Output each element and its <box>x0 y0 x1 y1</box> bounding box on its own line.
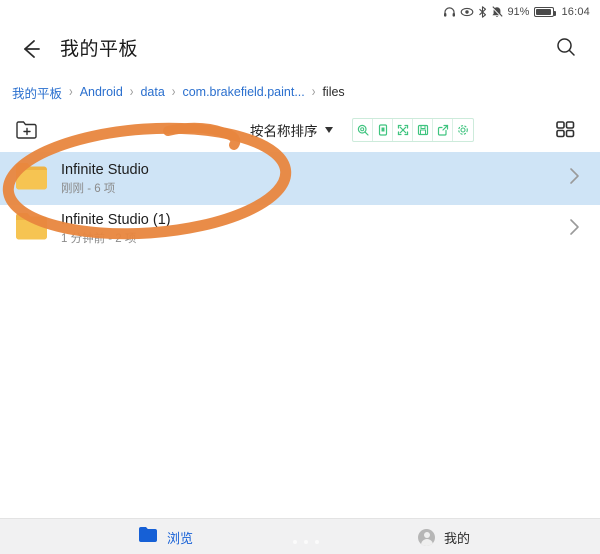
share-icon[interactable] <box>433 119 453 141</box>
nav-mine-label: 我的 <box>444 528 470 547</box>
breadcrumb-separator: › <box>69 84 73 100</box>
bottom-nav: 浏览 我的 <box>0 518 600 554</box>
file-row-infinite-studio-1[interactable]: Infinite Studio (1) 1 分钟前 - 2 项 <box>0 205 600 253</box>
chevron-right-icon[interactable] <box>568 167 580 190</box>
breadcrumb-item-root[interactable]: 我的平板 <box>12 83 62 102</box>
save-icon[interactable] <box>413 119 433 141</box>
home-indicator-dots <box>293 540 319 544</box>
magnifier-icon[interactable] <box>353 119 373 141</box>
browse-folder-icon <box>138 526 158 548</box>
headset-icon <box>443 6 456 18</box>
breadcrumb: 我的平板 › Android › data › com.brakefield.p… <box>12 82 588 102</box>
toolbar: 按名称排序 <box>0 110 600 152</box>
bluetooth-icon <box>478 6 487 18</box>
status-time: 16:04 <box>561 6 590 18</box>
grid-view-icon[interactable] <box>554 118 576 140</box>
breadcrumb-separator: › <box>172 84 176 100</box>
new-folder-icon[interactable] <box>14 118 40 142</box>
header: 我的平板 <box>0 24 600 72</box>
chevron-right-icon[interactable] <box>568 218 580 241</box>
back-button[interactable] <box>18 36 44 62</box>
folder-icon <box>14 161 49 197</box>
file-meta: 刚刚 - 6 项 <box>61 181 568 197</box>
search-icon[interactable] <box>554 35 578 59</box>
file-name: Infinite Studio <box>61 161 568 180</box>
file-row-text: Infinite Studio (1) 1 分钟前 - 2 项 <box>61 211 568 247</box>
sort-label: 按名称排序 <box>250 120 318 140</box>
breadcrumb-separator: › <box>130 84 134 100</box>
file-name: Infinite Studio (1) <box>61 211 568 230</box>
fullscreen-icon[interactable] <box>393 119 413 141</box>
file-row-infinite-studio[interactable]: Infinite Studio 刚刚 - 6 项 <box>0 152 600 205</box>
sort-button[interactable]: 按名称排序 <box>250 120 333 140</box>
file-manager-screen: 91% 16:04 我的平板 我的平板 › Android › data › c… <box>0 0 600 554</box>
nav-browse[interactable]: 浏览 <box>138 519 193 554</box>
page-title: 我的平板 <box>60 34 138 61</box>
file-row-text: Infinite Studio 刚刚 - 6 项 <box>61 161 568 197</box>
caret-down-icon <box>325 127 333 133</box>
file-meta: 1 分钟前 - 2 项 <box>61 231 568 247</box>
breadcrumb-item-files: files <box>322 85 344 99</box>
eye-comfort-icon <box>460 6 474 18</box>
notifications-off-icon <box>491 6 503 18</box>
breadcrumb-item-android[interactable]: Android <box>80 85 123 99</box>
folder-icon <box>14 211 49 247</box>
settings-icon[interactable] <box>453 119 473 141</box>
avatar-icon <box>418 529 435 546</box>
breadcrumb-item-package[interactable]: com.brakefield.paint... <box>182 85 304 99</box>
battery-percent: 91% <box>507 6 529 18</box>
device-icon[interactable] <box>373 119 393 141</box>
breadcrumb-item-data[interactable]: data <box>140 85 164 99</box>
nav-browse-label: 浏览 <box>167 528 193 547</box>
battery-icon <box>534 7 554 17</box>
nav-mine[interactable]: 我的 <box>418 519 470 554</box>
breadcrumb-separator: › <box>312 84 316 100</box>
floating-toolbar <box>352 118 474 142</box>
status-bar: 91% 16:04 <box>0 0 600 24</box>
